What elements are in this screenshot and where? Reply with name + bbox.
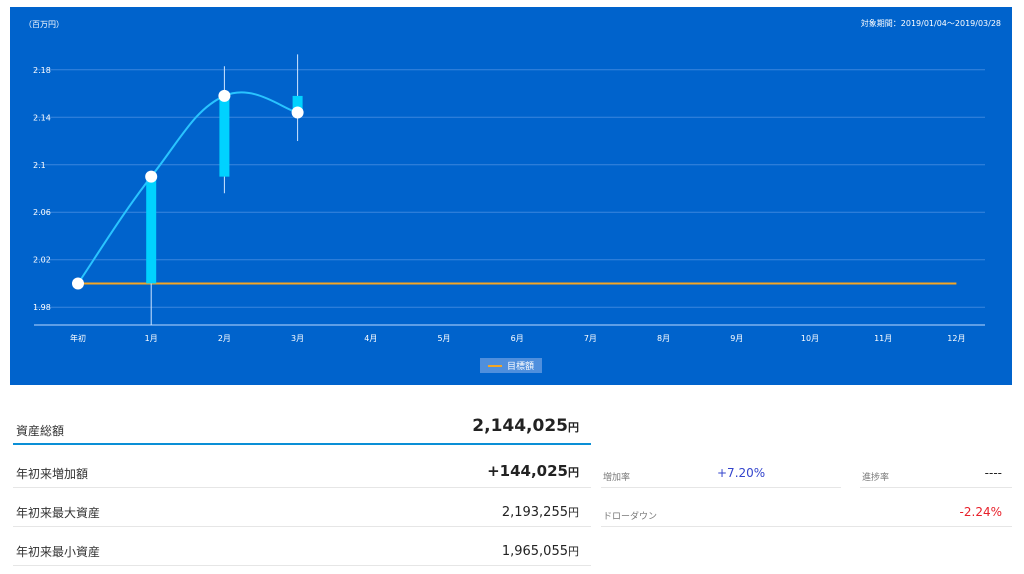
- asset-chart-panel: 1.98 2.02 2.06 2.1 2.14 2.18 年初 1月 2月 3月 4月 5月 6月 7月 8…: [10, 7, 1012, 385]
- drawdown-label: ドローダウン: [603, 512, 658, 522]
- ytd-min-value: 1,965,055円: [501, 544, 579, 559]
- asset-point: [72, 277, 84, 290]
- x-tick-label: 6月: [511, 334, 524, 343]
- y-tick-label: 2.18: [33, 66, 51, 75]
- asset-point: [291, 106, 304, 119]
- legend-target[interactable]: 目標額: [480, 358, 542, 373]
- candle-body: [146, 176, 157, 284]
- drawdown-stat: ドローダウン -2.24%: [601, 496, 1012, 527]
- y-tick-label: 2.14: [33, 113, 51, 122]
- drawdown-value: -2.24%: [959, 505, 1002, 519]
- total-assets-row: 資産総額 2,144,025円: [13, 412, 591, 445]
- ytd-max-row: 年初来最大資産 2,193,255円: [13, 496, 591, 527]
- x-tick-label: 12月: [947, 334, 965, 343]
- candle-body: [219, 95, 230, 177]
- x-tick-label: 4月: [364, 334, 377, 343]
- x-tick-label: 7月: [584, 334, 597, 343]
- ytd-increase-row: 年初来増加額 +144,025円: [13, 457, 591, 488]
- ytd-min-label: 年初来最小資産: [16, 545, 101, 559]
- x-tick-label: 2月: [218, 334, 231, 343]
- y-tick-label: 1.98: [33, 303, 51, 312]
- legend-target-swatch: [487, 364, 502, 367]
- increase-rate-value: +7.20%: [717, 466, 766, 480]
- increase-rate-label: 増加率: [603, 473, 631, 483]
- total-assets-value: 2,144,025円: [472, 416, 579, 436]
- progress-rate-label: 進捗率: [862, 473, 890, 483]
- increase-rate-stat: 増加率 +7.20%: [601, 457, 841, 488]
- x-tick-label: 9月: [730, 334, 743, 343]
- y-tick-label: 2.06: [33, 208, 51, 217]
- x-tick-label: 5月: [437, 334, 450, 343]
- asset-point: [145, 170, 158, 183]
- x-tick-label: 年初: [70, 333, 86, 343]
- legend-target-label: 目標額: [506, 362, 534, 372]
- y-tick-label: 2.1: [33, 161, 46, 170]
- asset-line: [77, 91, 298, 285]
- y-axis-unit-label: （百万円）: [24, 20, 64, 29]
- x-tick-label: 11月: [874, 334, 892, 343]
- y-tick-label: 2.02: [33, 256, 51, 265]
- x-tick-label: 10月: [801, 334, 819, 343]
- asset-point: [218, 89, 231, 102]
- progress-rate-value: ----: [984, 466, 1002, 480]
- ytd-increase-value: +144,025円: [487, 462, 579, 480]
- x-tick-label: 1月: [145, 334, 158, 343]
- x-tick-label: 8月: [657, 334, 670, 343]
- total-assets-label: 資産総額: [16, 424, 65, 438]
- ytd-max-value: 2,193,255円: [501, 505, 579, 520]
- progress-rate-stat: 進捗率 ----: [860, 457, 1012, 488]
- ytd-min-row: 年初来最小資産 1,965,055円: [13, 535, 591, 566]
- x-tick-label: 3月: [291, 334, 304, 343]
- ytd-max-label: 年初来最大資産: [16, 506, 101, 520]
- period-label: 対象期間：2019/01/04～2019/03/28: [860, 19, 1001, 28]
- asset-chart: 1.98 2.02 2.06 2.1 2.14 2.18 年初 1月 2月 3月 4月 5月 6月 7月 8…: [33, 54, 985, 343]
- ytd-increase-label: 年初来増加額: [16, 467, 89, 481]
